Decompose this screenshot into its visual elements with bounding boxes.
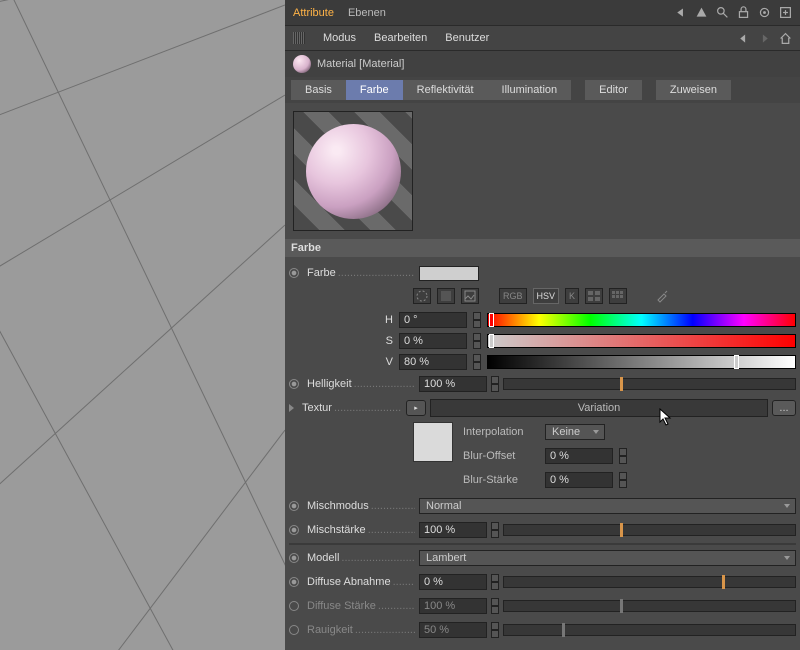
v-label: V <box>379 356 393 368</box>
picker-spectrum-icon[interactable] <box>437 288 455 304</box>
diffuse-abnahme-spinner[interactable] <box>491 574 499 590</box>
target-icon[interactable] <box>758 6 771 19</box>
param-radio[interactable] <box>289 379 299 389</box>
eyedropper-icon[interactable] <box>653 288 671 304</box>
hue-slider[interactable] <box>487 313 796 327</box>
label-blur-staerke: Blur-Stärke <box>463 474 539 486</box>
modell-select[interactable]: Lambert <box>419 550 796 566</box>
grip-icon <box>293 32 305 44</box>
up-nav-icon[interactable] <box>695 6 708 19</box>
textur-name-field[interactable]: Variation <box>430 399 768 417</box>
mode-k-button[interactable]: K <box>565 288 579 304</box>
rauigkeit-spinner <box>491 622 499 638</box>
label-textur: Textur <box>302 402 402 414</box>
param-radio-disabled <box>289 601 299 611</box>
h-spinner[interactable] <box>473 312 481 328</box>
param-radio[interactable] <box>289 268 299 278</box>
label-diffuse-staerke: Diffuse Stärke <box>307 600 415 612</box>
param-radio-disabled <box>289 625 299 635</box>
subtab-editor[interactable]: Editor <box>585 80 642 100</box>
mode-hsv-button[interactable]: HSV <box>533 288 560 304</box>
h-input[interactable]: 0 ° <box>399 312 467 328</box>
menu-bearbeiten[interactable]: Bearbeiten <box>374 32 427 44</box>
blur-staerke-input[interactable]: 0 % <box>545 472 613 488</box>
blur-staerke-spinner[interactable] <box>619 472 627 488</box>
textur-dropdown-arrow[interactable]: ▸ <box>406 400 426 416</box>
mode-rgb-button[interactable]: RGB <box>499 288 527 304</box>
expand-icon[interactable] <box>289 404 294 412</box>
viewport-3d[interactable] <box>0 0 285 650</box>
home-icon[interactable] <box>779 32 792 45</box>
swatch-grid-icon[interactable] <box>609 288 627 304</box>
picker-wheel-icon[interactable] <box>413 288 431 304</box>
history-fwd-icon[interactable] <box>758 32 771 45</box>
diffuse-abnahme-slider[interactable] <box>503 576 796 588</box>
mischstaerke-slider[interactable] <box>503 524 796 536</box>
menu-modus[interactable]: Modus <box>323 32 356 44</box>
textur-browse-button[interactable]: ... <box>772 400 796 416</box>
diffuse-staerke-input: 100 % <box>419 598 487 614</box>
interpolation-select[interactable]: Keine <box>545 424 605 440</box>
diffuse-staerke-spinner <box>491 598 499 614</box>
subtab-illumination[interactable]: Illumination <box>488 80 572 100</box>
param-radio[interactable] <box>289 525 299 535</box>
s-input[interactable]: 0 % <box>399 333 467 349</box>
rauigkeit-slider <box>503 624 796 636</box>
subtab-reflekt[interactable]: Reflektivität <box>403 80 488 100</box>
picker-image-icon[interactable] <box>461 288 479 304</box>
v-input[interactable]: 80 % <box>399 354 467 370</box>
param-radio[interactable] <box>289 577 299 587</box>
swatch-list-icon[interactable] <box>585 288 603 304</box>
rauigkeit-input: 50 % <box>419 622 487 638</box>
helligkeit-input[interactable]: 100 % <box>419 376 487 392</box>
s-label: S <box>379 335 393 347</box>
v-spinner[interactable] <box>473 354 481 370</box>
lock-icon[interactable] <box>737 6 750 19</box>
mischstaerke-input[interactable]: 100 % <box>419 522 487 538</box>
label-mischstaerke: Mischstärke <box>307 524 415 536</box>
diffuse-staerke-slider <box>503 600 796 612</box>
label-farbe: Farbe <box>307 267 415 279</box>
label-modell: Modell <box>307 552 415 564</box>
material-sphere-icon <box>293 55 311 73</box>
mischmodus-select[interactable]: Normal <box>419 498 796 514</box>
tab-ebenen[interactable]: Ebenen <box>348 7 386 19</box>
sat-slider[interactable] <box>487 334 796 348</box>
label-helligkeit: Helligkeit <box>307 378 415 390</box>
color-swatch[interactable] <box>419 266 479 281</box>
h-label: H <box>379 314 393 326</box>
param-radio[interactable] <box>289 553 299 563</box>
blur-offset-spinner[interactable] <box>619 448 627 464</box>
diffuse-abnahme-input[interactable]: 0 % <box>419 574 487 590</box>
param-radio[interactable] <box>289 501 299 511</box>
new-tab-icon[interactable] <box>779 6 792 19</box>
back-nav-icon[interactable] <box>674 6 687 19</box>
textur-thumbnail[interactable] <box>413 422 453 462</box>
label-blur-offset: Blur-Offset <box>463 450 539 462</box>
section-header-farbe: Farbe <box>285 239 800 257</box>
helligkeit-slider[interactable] <box>503 378 796 390</box>
history-back-icon[interactable] <box>737 32 750 45</box>
material-name: Material [Material] <box>317 58 404 70</box>
search-icon[interactable] <box>716 6 729 19</box>
attribute-panel: Attribute Ebenen Modus Bearbeiten Benutz… <box>285 0 800 650</box>
label-diffuse-abnahme: Diffuse Abnahme <box>307 576 415 588</box>
label-interpolation: Interpolation <box>463 426 539 438</box>
menu-benutzer[interactable]: Benutzer <box>445 32 489 44</box>
subtab-zuweisen[interactable]: Zuweisen <box>656 80 731 100</box>
tab-attribute[interactable]: Attribute <box>293 7 334 19</box>
preview-sphere-icon <box>306 124 401 219</box>
s-spinner[interactable] <box>473 333 481 349</box>
val-slider[interactable] <box>487 355 796 369</box>
blur-offset-input[interactable]: 0 % <box>545 448 613 464</box>
helligkeit-spinner[interactable] <box>491 376 499 392</box>
label-rauigkeit: Rauigkeit <box>307 624 415 636</box>
material-preview[interactable] <box>293 111 413 231</box>
label-mischmodus: Mischmodus <box>307 500 415 512</box>
subtab-farbe[interactable]: Farbe <box>346 80 403 100</box>
subtab-basis[interactable]: Basis <box>291 80 346 100</box>
mischstaerke-spinner[interactable] <box>491 522 499 538</box>
